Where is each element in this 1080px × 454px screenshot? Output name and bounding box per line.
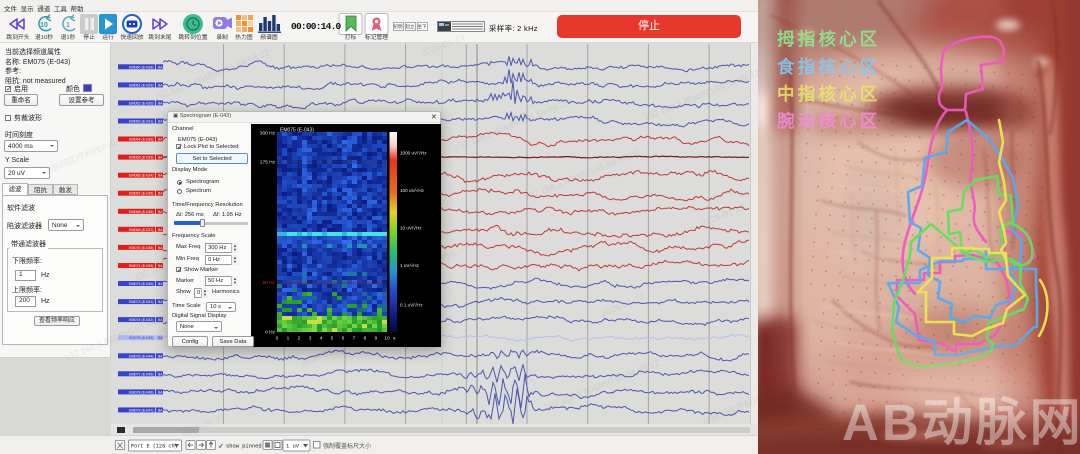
svg-text:EM073 (E-041): EM073 (E-041) [129, 300, 153, 304]
svg-text:EM075 (E-043): EM075 (E-043) [129, 336, 153, 340]
svg-text:1: 1 [66, 22, 70, 29]
svg-text:EM076 (E-044): EM076 (E-044) [129, 354, 153, 358]
svg-text:BA: BA [158, 264, 163, 268]
svg-text:1000 uV/√Hz: 1000 uV/√Hz [400, 151, 427, 156]
svg-text:BA: BA [158, 354, 163, 358]
svg-text:EM077 (E-045): EM077 (E-045) [129, 372, 153, 376]
svg-text:300 Hz: 300 Hz [260, 131, 276, 137]
svg-text:EM065 (E-033): EM065 (E-033) [129, 156, 153, 160]
svg-text:BA: BA [158, 192, 163, 196]
svg-text:BA: BA [158, 83, 163, 87]
svg-text:AB动脉网: AB动脉网 [842, 394, 1080, 451]
svg-text:EM071 (E-039): EM071 (E-039) [129, 264, 153, 268]
svg-text:EM062 (E-030): EM062 (E-030) [129, 101, 153, 105]
svg-text:100 uV/√Hz: 100 uV/√Hz [400, 188, 425, 193]
svg-text:5: 5 [331, 336, 334, 342]
svg-text:1 uV/√Hz: 1 uV/√Hz [400, 263, 420, 268]
svg-text:EM066 (E-034): EM066 (E-034) [129, 174, 153, 178]
svg-text:BA: BA [158, 120, 163, 124]
svg-text:BA: BA [158, 138, 163, 142]
svg-text:BA: BA [158, 372, 163, 376]
svg-text:0.1 uV/√Hz: 0.1 uV/√Hz [400, 303, 423, 308]
svg-text:3: 3 [309, 336, 312, 342]
svg-text:BA: BA [158, 156, 163, 160]
svg-text:BA: BA [158, 210, 163, 214]
svg-text:强制覆盖标尺大小: 强制覆盖标尺大小 [323, 442, 371, 450]
svg-text:EM067 (E-035): EM067 (E-035) [129, 192, 153, 196]
svg-text:BA: BA [158, 390, 163, 394]
svg-text:中指核心区: 中指核心区 [777, 84, 881, 104]
svg-text:EM072 (E-040): EM072 (E-040) [129, 282, 153, 286]
svg-text:BA: BA [158, 101, 163, 105]
svg-text:EM069 (E-037): EM069 (E-037) [129, 228, 153, 232]
svg-text:EM074 (E-042): EM074 (E-042) [129, 318, 153, 322]
svg-text:BA: BA [158, 336, 163, 340]
svg-text:EM075 (E-043): EM075 (E-043) [280, 128, 314, 134]
svg-text:EM070 (E-038): EM070 (E-038) [129, 246, 153, 250]
svg-text:1: 1 [287, 336, 290, 342]
svg-text:EM079 (E-047): EM079 (E-047) [129, 408, 153, 412]
svg-text:10: 10 [384, 336, 390, 342]
svg-text:4: 4 [320, 336, 323, 342]
svg-text:腕动核心区: 腕动核心区 [777, 111, 881, 131]
svg-text:10: 10 [40, 22, 48, 29]
svg-text:10 uV/√Hz: 10 uV/√Hz [400, 226, 422, 231]
svg-text:食指核心区: 食指核心区 [777, 57, 881, 77]
svg-text:0: 0 [276, 336, 279, 342]
svg-text:show pinned: show pinned [226, 444, 262, 450]
svg-text:EM064 (E-032): EM064 (E-032) [129, 138, 153, 142]
svg-text:1 uV: 1 uV [286, 444, 300, 450]
svg-text:0 Hz: 0 Hz [265, 330, 275, 336]
svg-text:BA: BA [158, 282, 163, 286]
svg-text:2: 2 [298, 336, 301, 342]
svg-text:BA: BA [158, 408, 163, 412]
svg-text:EM068 (E-036): EM068 (E-036) [129, 210, 153, 214]
svg-text:EM060 (E-028): EM060 (E-028) [129, 65, 153, 69]
svg-text:175 Hz: 175 Hz [260, 160, 276, 166]
svg-text:BA: BA [158, 246, 163, 250]
svg-text:✓: ✓ [218, 442, 224, 451]
svg-text:6: 6 [342, 336, 345, 342]
svg-text:EM061 (E-029): EM061 (E-029) [129, 83, 153, 87]
svg-text:BA: BA [158, 174, 163, 178]
svg-text:7: 7 [353, 336, 356, 342]
svg-text:EM063 (E-031): EM063 (E-031) [129, 120, 153, 124]
svg-text:BA: BA [158, 300, 163, 304]
svg-text:EM078 (E-046): EM078 (E-046) [129, 390, 153, 394]
svg-text:Port E (128 ch): Port E (128 ch) [131, 444, 178, 450]
svg-text:BA: BA [158, 228, 163, 232]
svg-text:50 Hz: 50 Hz [262, 280, 275, 286]
svg-text:9: 9 [375, 336, 378, 342]
svg-text:拇指核心区: 拇指核心区 [777, 29, 881, 49]
svg-text:BA: BA [158, 318, 163, 322]
svg-text:BA: BA [158, 65, 163, 69]
svg-text:8: 8 [364, 336, 367, 342]
